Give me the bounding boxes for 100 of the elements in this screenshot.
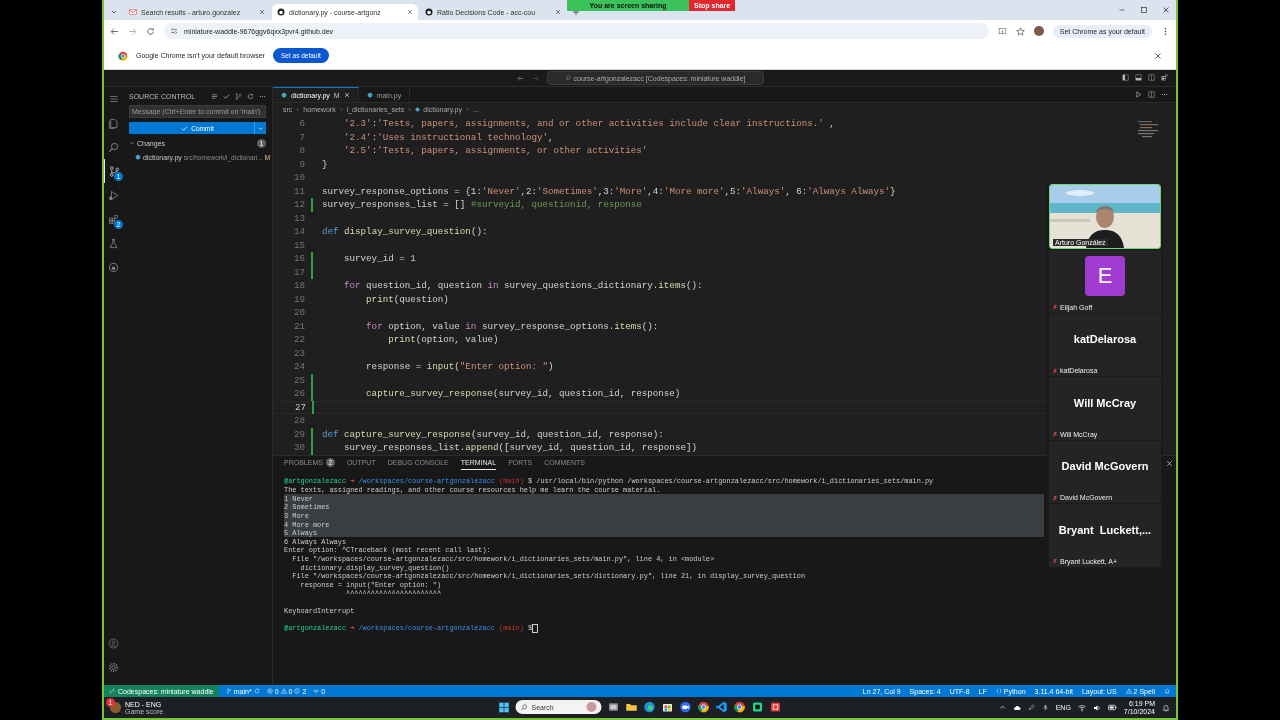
code-line: survey_id = 1 xyxy=(343,253,416,265)
line-number: 8 xyxy=(298,145,305,157)
browser-logo-icon[interactable] xyxy=(697,701,710,713)
pen-icon[interactable] xyxy=(1027,704,1035,711)
speaker-icon[interactable] xyxy=(1092,703,1101,712)
close-icon[interactable] xyxy=(259,9,265,15)
back-icon[interactable] xyxy=(110,26,119,36)
line-number: 18 xyxy=(292,280,305,292)
layout-grid-icon[interactable] xyxy=(1161,74,1168,81)
close-icon[interactable] xyxy=(1154,51,1162,60)
square-app-icon[interactable] xyxy=(769,701,782,713)
line-number: 16 xyxy=(292,253,305,265)
back-icon[interactable] xyxy=(516,74,524,82)
line-number: 26 xyxy=(292,388,305,400)
code-line: '2.3':'Tests, papers, assignments, and or other activities include clear instructions.' , xyxy=(343,118,835,130)
install-icon[interactable] xyxy=(997,26,1007,36)
code-line: survey_responses_list.append([survey_id, question_id, response]) xyxy=(343,442,697,454)
line-number: 14 xyxy=(292,226,305,238)
line-number: 15 xyxy=(292,239,305,251)
code-line: '2.5':'Tests, papers, assignments, or other activities' xyxy=(343,145,648,157)
remote-icon xyxy=(109,688,115,694)
line-number: 30 xyxy=(292,442,305,454)
line-number: 29 xyxy=(292,428,305,440)
python-file-icon xyxy=(135,154,141,160)
search-icon[interactable] xyxy=(108,141,119,153)
wifi-icon[interactable] xyxy=(1077,703,1086,712)
bookmark-star-icon[interactable] xyxy=(1015,26,1025,36)
split-editor-icon[interactable] xyxy=(1148,91,1155,98)
profile-avatar[interactable] xyxy=(1033,26,1044,36)
extensions-icon[interactable] xyxy=(108,213,119,225)
bell-icon[interactable] xyxy=(1162,703,1170,712)
chevron-right-icon xyxy=(338,107,344,112)
start-icon[interactable] xyxy=(498,701,510,713)
account-icon[interactable] xyxy=(108,637,119,649)
close-icon[interactable] xyxy=(1162,6,1170,14)
dropdown-caret-icon[interactable] xyxy=(257,124,264,132)
window-icon[interactable] xyxy=(607,701,620,713)
more-icon[interactable] xyxy=(1161,91,1168,98)
wave-logo-icon[interactable] xyxy=(643,701,656,713)
line-number: 27 xyxy=(293,401,306,413)
run-debug-icon[interactable] xyxy=(108,189,119,201)
new-tab-icon[interactable] xyxy=(572,8,580,16)
flask-icon[interactable] xyxy=(108,237,119,249)
error-icon xyxy=(266,688,273,694)
line-number: 19 xyxy=(292,293,305,305)
panel-layout-icon[interactable] xyxy=(1135,74,1142,81)
check-icon[interactable] xyxy=(223,92,230,100)
list-icon[interactable] xyxy=(211,92,218,100)
circle-logo-icon xyxy=(277,8,285,16)
source-control-icon[interactable] xyxy=(108,165,120,177)
branch-icon[interactable] xyxy=(235,92,242,100)
split-layout-icon[interactable] xyxy=(1148,74,1155,81)
line-number: 23 xyxy=(292,347,305,359)
close-icon[interactable] xyxy=(555,9,561,15)
code-line: '2.4':'Uses instructional technology', xyxy=(343,131,554,143)
square-app-icon[interactable] xyxy=(751,701,764,713)
participant-display-name: Will McCray xyxy=(1073,396,1137,409)
code-editor-icon[interactable] xyxy=(715,701,728,713)
line-number: 20 xyxy=(292,307,305,319)
reload-icon[interactable] xyxy=(146,26,155,36)
microphone-icon[interactable] xyxy=(1041,704,1049,711)
code-line: for option, value in survey_response_options.items(): xyxy=(365,320,659,332)
maximize-icon[interactable] xyxy=(1140,6,1148,14)
chevron-right-icon xyxy=(295,107,301,112)
folder-icon[interactable] xyxy=(625,701,638,713)
circle-logo-icon xyxy=(425,8,433,16)
code-line: survey_response_options = {1:'Never',2:'Sometimes',3:'More',4:'More more',5:'Always', 6:'Always Always'} xyxy=(322,185,896,197)
sidebar-layout-icon[interactable] xyxy=(1122,74,1129,81)
battery-icon[interactable] xyxy=(1107,703,1117,712)
code-line: print(question) xyxy=(365,293,449,305)
branch-icon xyxy=(225,688,232,694)
settings-icon[interactable] xyxy=(108,661,119,673)
chevron-right-icon xyxy=(465,107,470,112)
files-icon[interactable] xyxy=(108,117,119,129)
run-icon[interactable] xyxy=(1135,91,1142,98)
braces-icon xyxy=(995,688,1002,694)
python-file-icon xyxy=(366,92,373,98)
line-number: 17 xyxy=(292,266,305,278)
site-settings-icon xyxy=(170,27,178,35)
show-hidden-icon[interactable] xyxy=(998,704,1006,711)
mail-icon xyxy=(129,8,137,16)
participant-display-name: David McGovern xyxy=(1061,460,1149,473)
code-line: survey_responses_list = [] #surveyid, questionid, response xyxy=(322,199,642,211)
line-number: 28 xyxy=(292,415,305,427)
cloud-icon[interactable] xyxy=(1012,703,1021,712)
code-line: response = input("Enter option: ") xyxy=(365,361,554,373)
line-number: 21 xyxy=(292,320,305,332)
line-number: 7 xyxy=(298,131,305,143)
refresh-icon[interactable] xyxy=(247,92,254,100)
python-file-icon xyxy=(281,92,287,98)
circle-icon[interactable] xyxy=(108,261,119,273)
tab-list-icon[interactable] xyxy=(110,8,118,16)
bag-icon[interactable] xyxy=(661,701,674,713)
video-camera-icon[interactable] xyxy=(679,701,692,713)
menu-icon[interactable] xyxy=(108,94,119,104)
python-file-icon xyxy=(415,107,421,112)
browser-logo-icon[interactable] xyxy=(733,701,746,713)
search-highlight-icon xyxy=(586,702,597,712)
line-number: 6 xyxy=(298,118,305,130)
close-icon[interactable] xyxy=(407,9,413,15)
